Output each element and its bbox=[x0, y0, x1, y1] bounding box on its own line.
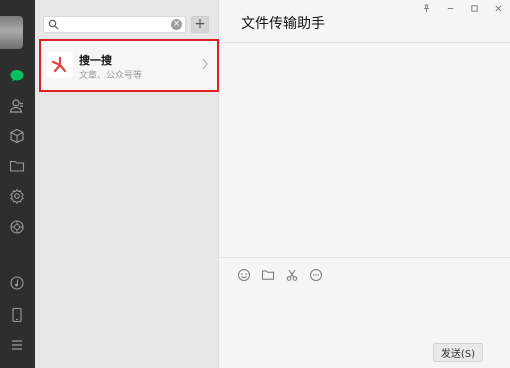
header-divider bbox=[219, 42, 510, 43]
chevron-right-icon bbox=[202, 58, 208, 70]
box-icon[interactable] bbox=[7, 126, 27, 146]
search-search-card[interactable]: 搜一搜 文章、公众号等 bbox=[39, 39, 219, 92]
contacts-icon[interactable] bbox=[7, 96, 27, 116]
minimize-icon[interactable] bbox=[444, 2, 456, 14]
send-button[interactable]: 发送(S) bbox=[433, 343, 483, 362]
window-controls bbox=[420, 2, 504, 14]
chat-icon[interactable] bbox=[7, 66, 27, 86]
music-icon[interactable] bbox=[7, 273, 27, 293]
maximize-icon[interactable] bbox=[468, 2, 480, 14]
settings-icon[interactable] bbox=[7, 186, 27, 206]
add-button[interactable]: + bbox=[191, 16, 209, 33]
moments-icon[interactable] bbox=[7, 217, 27, 237]
phone-icon[interactable] bbox=[7, 305, 27, 325]
emoji-icon[interactable] bbox=[236, 267, 252, 283]
input-toolbar bbox=[236, 267, 324, 283]
sos-subtitle: 文章、公众号等 bbox=[79, 71, 143, 81]
menu-icon[interactable] bbox=[7, 335, 27, 355]
search-icon bbox=[48, 19, 59, 30]
scissors-icon[interactable] bbox=[284, 267, 300, 283]
pin-icon[interactable] bbox=[420, 2, 432, 14]
folder-icon[interactable] bbox=[7, 156, 27, 176]
clear-search-icon[interactable]: × bbox=[171, 19, 182, 30]
chat-panel: 文件传输助手 发送(S) bbox=[219, 0, 510, 368]
chat-title: 文件传输助手 bbox=[241, 16, 325, 32]
folder-icon[interactable] bbox=[260, 267, 276, 283]
chat-bubble-icon[interactable] bbox=[308, 267, 324, 283]
input-divider bbox=[219, 257, 510, 258]
session-list-panel: × + 搜一搜 文章、公众号等 bbox=[35, 0, 219, 368]
nav-sidebar bbox=[0, 0, 35, 368]
close-icon[interactable] bbox=[492, 2, 504, 14]
search-input[interactable]: × bbox=[43, 16, 186, 33]
avatar[interactable] bbox=[0, 16, 23, 49]
sos-title: 搜一搜 bbox=[79, 54, 112, 67]
sou-yi-sou-logo-icon bbox=[47, 52, 73, 78]
